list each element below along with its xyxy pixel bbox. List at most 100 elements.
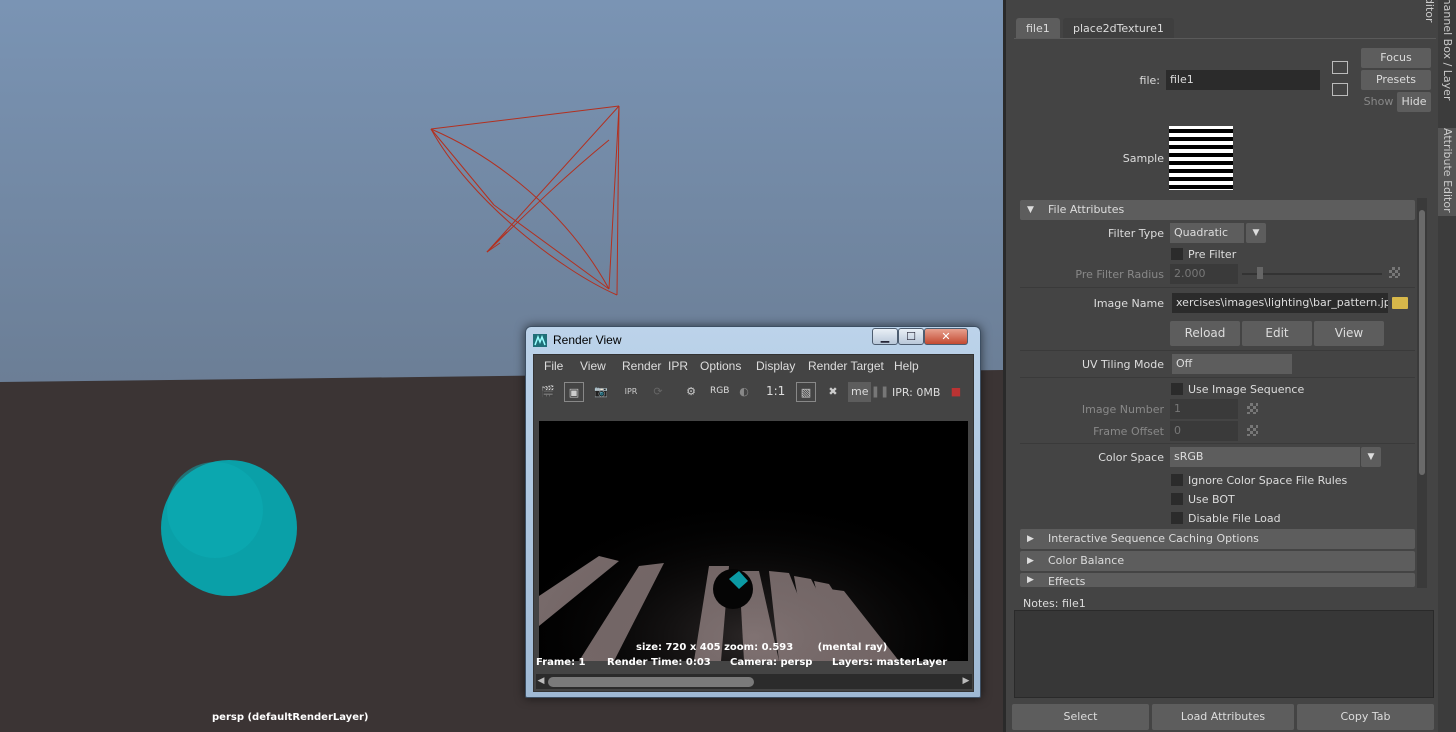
select-button[interactable]: Select bbox=[1012, 704, 1149, 730]
tab-attribute-editor[interactable]: Attribute Editor bbox=[1438, 128, 1456, 216]
camera-status: Camera: persp bbox=[730, 657, 813, 668]
ignore-color-space-checkbox[interactable] bbox=[1171, 474, 1183, 486]
keep-image-icon[interactable]: ▧ bbox=[796, 382, 816, 402]
render-view-body: File View Render IPR Options Display Ren… bbox=[533, 354, 974, 692]
uv-tiling-dropdown[interactable]: Off bbox=[1172, 354, 1292, 374]
renderer-selector[interactable]: me bbox=[848, 382, 872, 402]
render-view-hscrollbar[interactable]: ◀ ▶ bbox=[536, 674, 972, 689]
image-number-field[interactable]: 1 bbox=[1170, 399, 1238, 419]
folder-icon[interactable] bbox=[1392, 297, 1408, 309]
viewport-camera-label: persp (defaultRenderLayer) bbox=[212, 712, 369, 723]
menu-view[interactable]: View bbox=[580, 359, 606, 373]
close-button[interactable]: ✕ bbox=[924, 328, 968, 345]
render-settings-icon[interactable]: ⚙ bbox=[681, 382, 701, 402]
file-attributes-section[interactable]: ▼ File Attributes bbox=[1020, 200, 1415, 220]
spotlight-wireframe bbox=[430, 105, 620, 296]
render-view-toolbar: 🎬 ▣ 📷 IPR ⟳ ⚙ RGB ◐ 1:1 ▧ ✖ me ❚❚ IPR: 0… bbox=[534, 379, 973, 405]
effects-section[interactable]: ▶ Effects bbox=[1020, 573, 1415, 587]
chevron-down-icon[interactable]: ▼ bbox=[1246, 223, 1266, 243]
pause-ipr-icon[interactable]: ❚❚ bbox=[870, 382, 890, 402]
copy-tab-button[interactable]: Copy Tab bbox=[1297, 704, 1434, 730]
scroll-thumb[interactable] bbox=[548, 677, 754, 687]
scroll-left-icon[interactable]: ◀ bbox=[536, 675, 546, 688]
ipr-memory-label: IPR: 0MB bbox=[892, 386, 941, 399]
remove-image-icon[interactable]: ✖ bbox=[823, 382, 843, 402]
pre-filter-label: Pre Filter bbox=[1188, 248, 1237, 261]
chevron-down-icon[interactable]: ▼ bbox=[1361, 447, 1381, 467]
slider-handle[interactable] bbox=[1257, 267, 1263, 279]
menu-help[interactable]: Help bbox=[894, 359, 919, 373]
snapshot-icon[interactable]: 📷 bbox=[591, 382, 611, 402]
render-image[interactable]: size: 720 x 405 zoom: 0.593 (mental ray) bbox=[539, 421, 968, 661]
collapse-triangle-icon: ▼ bbox=[1027, 205, 1034, 215]
use-image-sequence-label: Use Image Sequence bbox=[1188, 383, 1305, 396]
tab-file1[interactable]: file1 bbox=[1016, 18, 1060, 39]
show-button[interactable]: Show bbox=[1361, 92, 1396, 112]
tab-place2dtexture1[interactable]: place2dTexture1 bbox=[1063, 18, 1174, 39]
menu-display[interactable]: Display bbox=[756, 359, 795, 373]
output-connection-icon[interactable] bbox=[1332, 83, 1348, 96]
menu-file[interactable]: File bbox=[544, 359, 563, 373]
file-label: file: bbox=[1139, 74, 1160, 87]
render-region-icon[interactable]: ▣ bbox=[564, 382, 584, 402]
rendered-frame bbox=[539, 421, 968, 661]
ignore-color-space-label: Ignore Color Space File Rules bbox=[1188, 474, 1348, 487]
color-balance-section[interactable]: ▶ Color Balance bbox=[1020, 551, 1415, 571]
pre-filter-radius-field[interactable]: 2.000 bbox=[1170, 264, 1238, 284]
render-status-bar: Frame: 1 Render Time: 0:03 Camera: persp… bbox=[536, 657, 972, 671]
map-button-icon[interactable] bbox=[1247, 403, 1258, 414]
scroll-thumb[interactable] bbox=[1419, 210, 1425, 475]
use-image-sequence-checkbox[interactable] bbox=[1171, 383, 1183, 395]
input-connection-icon[interactable] bbox=[1332, 61, 1348, 74]
real-size-button[interactable]: 1:1 bbox=[766, 384, 785, 398]
filter-type-label: Filter Type bbox=[1107, 227, 1164, 240]
scroll-right-icon[interactable]: ▶ bbox=[961, 675, 971, 688]
sample-label: Sample bbox=[1122, 152, 1164, 165]
presets-button[interactable]: Presets bbox=[1361, 70, 1431, 90]
minimize-button[interactable]: ▁ bbox=[872, 328, 898, 345]
use-bot-checkbox[interactable] bbox=[1171, 493, 1183, 505]
focus-button[interactable]: Focus bbox=[1361, 48, 1431, 68]
render-view-menubar: File View Render IPR Options Display Ren… bbox=[534, 355, 973, 377]
frame-offset-label: Frame Offset bbox=[1093, 425, 1164, 438]
map-button-icon[interactable] bbox=[1247, 425, 1258, 436]
reload-button[interactable]: Reload bbox=[1170, 321, 1240, 346]
frame-offset-field[interactable]: 0 bbox=[1170, 421, 1238, 441]
rgb-channel-button[interactable]: RGB bbox=[710, 386, 729, 396]
menu-ipr[interactable]: IPR bbox=[668, 359, 688, 373]
maximize-button[interactable]: ☐ bbox=[898, 328, 924, 345]
notes-textarea[interactable] bbox=[1014, 610, 1434, 698]
refresh-ipr-icon[interactable]: ⟳ bbox=[648, 382, 668, 402]
separator bbox=[1020, 377, 1415, 378]
pre-filter-checkbox[interactable] bbox=[1171, 248, 1183, 260]
disable-file-load-checkbox[interactable] bbox=[1171, 512, 1183, 524]
menu-options[interactable]: Options bbox=[700, 359, 741, 373]
load-attributes-button[interactable]: Load Attributes bbox=[1152, 704, 1294, 730]
map-button-icon[interactable] bbox=[1389, 267, 1400, 278]
tab-channel-box-layer-editor[interactable]: Channel Box / Layer Editor bbox=[1423, 0, 1456, 110]
ipr-render-icon[interactable]: IPR bbox=[621, 382, 641, 402]
image-size-label: size: 720 x 405 zoom: 0.593 (mental ray) bbox=[636, 642, 888, 653]
image-name-field[interactable]: xercises\images\lighting\bar_pattern.jpg bbox=[1172, 293, 1388, 313]
stop-render-icon[interactable]: ■ bbox=[946, 382, 966, 402]
pre-filter-radius-slider[interactable] bbox=[1242, 273, 1382, 275]
maya-app-icon bbox=[533, 334, 547, 347]
pre-filter-radius-label: Pre Filter Radius bbox=[1075, 268, 1164, 281]
image-name-label: Image Name bbox=[1093, 297, 1164, 310]
alpha-channel-icon[interactable]: ◐ bbox=[734, 382, 754, 402]
interactive-sequence-caching-section[interactable]: ▶ Interactive Sequence Caching Options bbox=[1020, 529, 1415, 549]
color-space-label: Color Space bbox=[1098, 451, 1164, 464]
edit-button[interactable]: Edit bbox=[1242, 321, 1312, 346]
side-tab-strip: Channel Box / Layer Editor Attribute Edi… bbox=[1423, 0, 1456, 732]
redo-render-icon[interactable]: 🎬 bbox=[538, 382, 558, 402]
hide-button[interactable]: Hide bbox=[1397, 92, 1431, 112]
file-name-field[interactable]: file1 bbox=[1166, 70, 1320, 90]
render-view-titlebar[interactable]: Render View ▁ ☐ ✕ bbox=[526, 327, 980, 353]
menu-render[interactable]: Render bbox=[622, 359, 661, 373]
menu-render-target[interactable]: Render Target bbox=[808, 359, 884, 373]
color-space-dropdown[interactable]: sRGB bbox=[1170, 447, 1360, 467]
attribute-editor-vscrollbar[interactable] bbox=[1417, 198, 1427, 588]
render-view-window[interactable]: Render View ▁ ☐ ✕ File View Render IPR O… bbox=[525, 326, 981, 698]
view-button[interactable]: View bbox=[1314, 321, 1384, 346]
filter-type-dropdown[interactable]: Quadratic bbox=[1170, 223, 1244, 243]
